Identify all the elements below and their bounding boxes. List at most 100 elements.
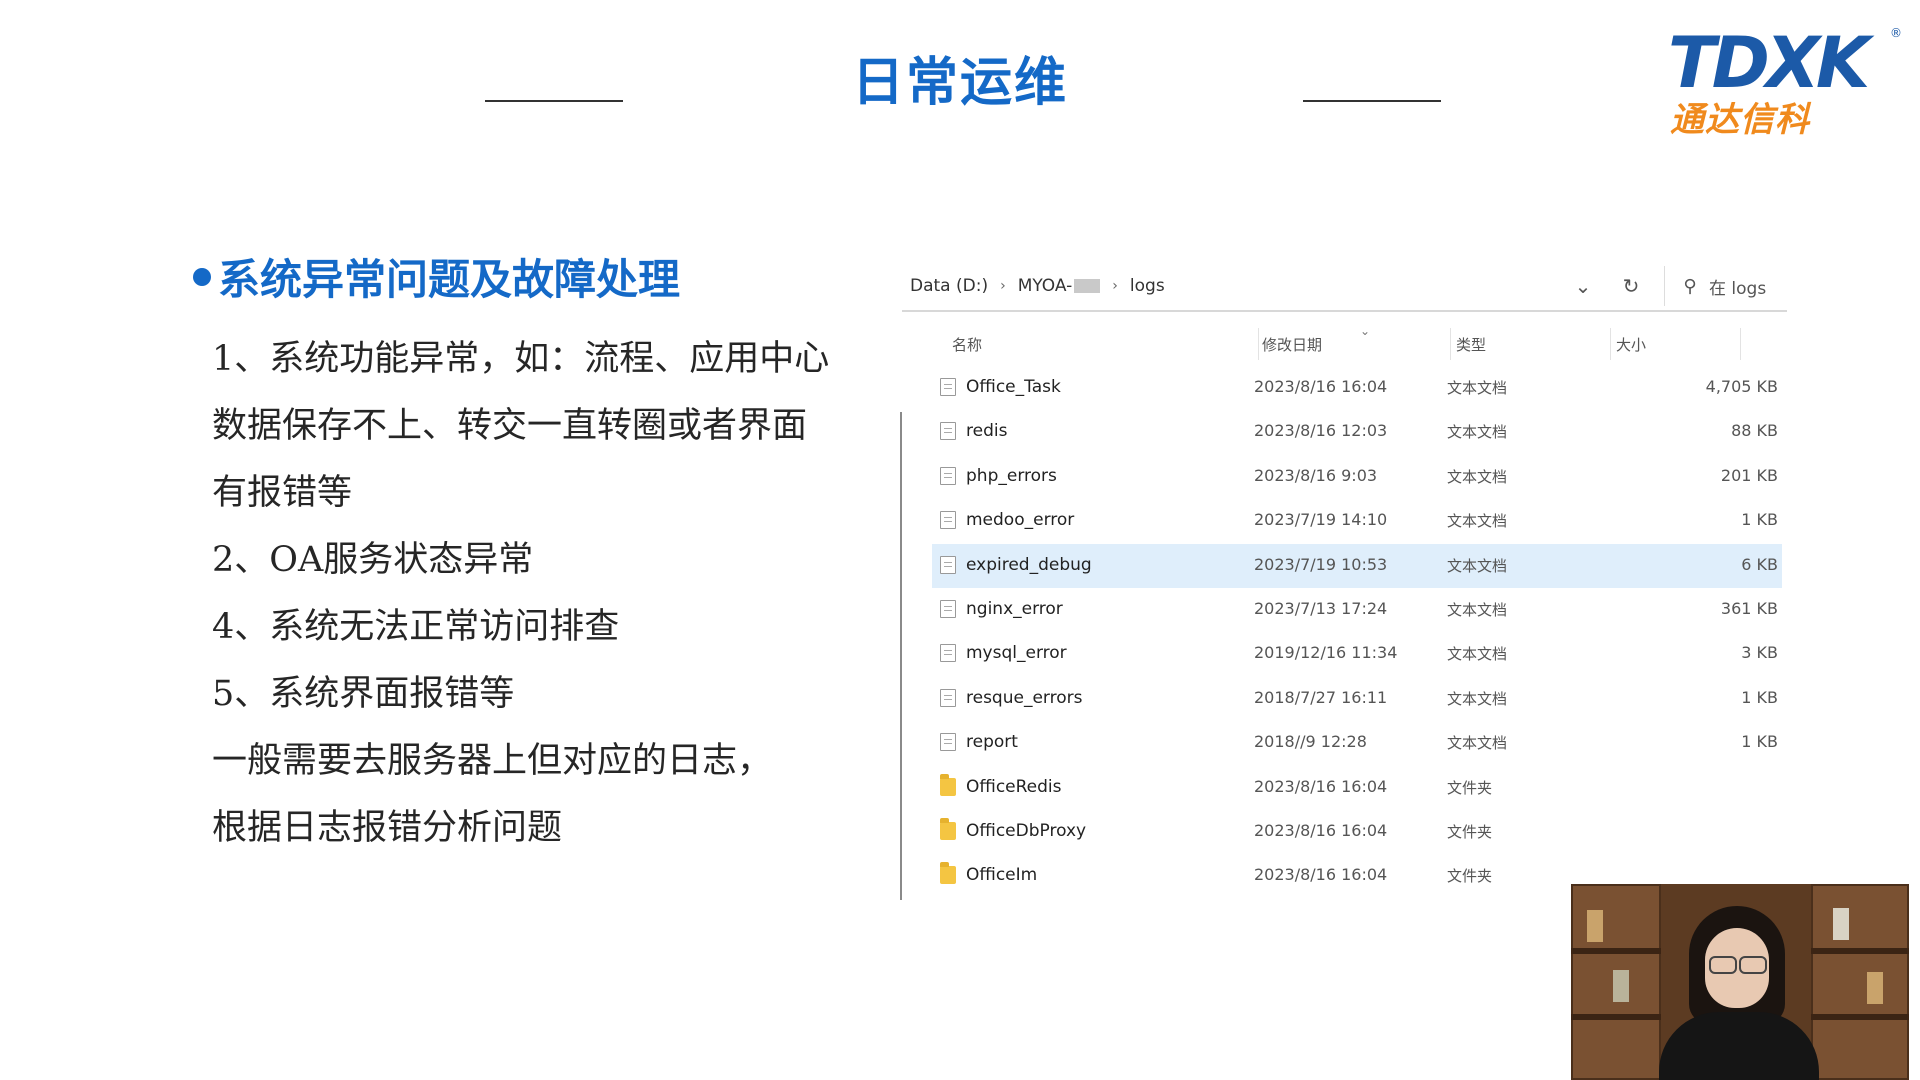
folder-row[interactable]: OfficeDbProxy 2023/8/16 16:04 文件夹 — [932, 810, 1782, 854]
body-line: 2、OA服务状态异常 — [212, 540, 534, 580]
file-type: 文本文档 — [1447, 512, 1508, 531]
toolbar-divider — [1664, 266, 1665, 306]
file-type: 文本文档 — [1447, 689, 1508, 708]
title-rule-left — [485, 100, 623, 102]
shelf — [1571, 948, 1661, 954]
file-date: 2023/8/16 16:04 — [1254, 865, 1388, 885]
text-file-icon — [940, 644, 956, 663]
folder-icon — [940, 817, 956, 840]
section-heading: 系统异常问题及故障处理 — [218, 255, 681, 304]
column-type[interactable]: 类型 — [1456, 334, 1486, 355]
file-date: 2023/7/19 10:53 — [1254, 554, 1388, 574]
file-date: 2018/7/27 16:11 — [1254, 687, 1388, 707]
file-row[interactable]: redis 2023/8/16 12:03 文本文档 88 KB — [932, 410, 1782, 454]
file-name: OfficeDbProxy — [966, 820, 1087, 841]
chevron-down-icon[interactable]: ⌄ — [1568, 271, 1598, 301]
column-date[interactable]: 修改日期 — [1262, 334, 1322, 355]
book — [1613, 970, 1629, 1002]
file-row[interactable]: Office_Task 2023/8/16 16:04 文本文档 4,705 KB — [932, 366, 1782, 410]
file-row[interactable]: resque_errors 2018/7/27 16:11 文本文档 1 KB — [932, 677, 1782, 721]
title-rule-right — [1303, 100, 1441, 102]
file-name: OfficeRedis — [966, 776, 1062, 797]
file-type: 文件夹 — [1447, 822, 1493, 841]
file-size: 1 KB — [1741, 510, 1778, 530]
file-name: report — [966, 732, 1018, 753]
file-name: php_errors — [966, 465, 1057, 486]
text-file-icon — [940, 733, 956, 752]
file-type: 文本文档 — [1447, 423, 1508, 442]
file-size: 3 KB — [1741, 643, 1778, 663]
file-date: 2023/8/16 16:04 — [1254, 776, 1388, 796]
file-type: 文件夹 — [1447, 867, 1493, 886]
text-file-icon — [940, 466, 956, 485]
book — [1833, 908, 1849, 940]
file-date: 2023/8/16 9:03 — [1254, 465, 1378, 485]
body-line: 数据保存不上、转交一直转圈或者界面 — [212, 406, 808, 446]
file-date: 2023/8/16 16:04 — [1254, 820, 1388, 840]
file-size: 88 KB — [1731, 421, 1778, 441]
folder-row[interactable]: OfficeRedis 2023/8/16 16:04 文件夹 — [932, 766, 1782, 810]
column-header: 名称 ⌄ 修改日期 类型 大小 — [940, 324, 1780, 360]
file-date: 2019/12/16 11:34 — [1254, 643, 1398, 663]
logo-registered-mark: ® — [1890, 26, 1902, 40]
presenter-webcam — [1571, 884, 1909, 1080]
breadcrumb-logs[interactable]: logs — [1130, 276, 1165, 296]
file-list: Office_Task 2023/8/16 16:04 文本文档 4,705 KB re… — [932, 366, 1782, 899]
book — [1587, 910, 1603, 942]
file-row[interactable]: expired_debug 2023/7/19 10:53 文本文档 6 KB — [932, 543, 1782, 588]
column-separator[interactable] — [1258, 328, 1259, 360]
file-type: 文本文档 — [1447, 556, 1508, 575]
shelf — [1811, 1014, 1909, 1020]
column-size[interactable]: 大小 — [1616, 334, 1646, 355]
file-type: 文本文档 — [1447, 645, 1508, 664]
refresh-icon[interactable]: ↻ — [1616, 271, 1646, 301]
file-name: redis — [966, 421, 1008, 442]
search-icon: ⚲ — [1683, 275, 1697, 297]
file-size: 6 KB — [1741, 554, 1778, 574]
text-file-icon — [940, 511, 956, 530]
text-file-icon — [940, 378, 956, 396]
file-size: 361 KB — [1720, 598, 1778, 618]
breadcrumb-folder[interactable]: MYOA- — [1018, 276, 1101, 296]
body-line: 一般需要去服务器上但对应的日志， — [212, 741, 773, 781]
file-name: mysql_error — [966, 643, 1067, 664]
body-line: 1、系统功能异常，如：流程、应用中心 — [212, 339, 830, 379]
shelf — [1811, 948, 1909, 954]
file-size: 1 KB — [1741, 732, 1778, 752]
column-separator[interactable] — [1740, 328, 1741, 360]
file-name: OfficeIm — [966, 865, 1038, 886]
file-size: 1 KB — [1741, 687, 1778, 707]
address-bar-tools: ⌄ ↻ ⚲ 在 logs — [1568, 262, 1766, 310]
file-row[interactable]: php_errors 2023/8/16 9:03 文本文档 201 KB — [932, 455, 1782, 499]
column-separator[interactable] — [1610, 328, 1611, 360]
slide-title: 日常运维 — [851, 53, 1068, 113]
file-row[interactable]: report 2018//9 12:28 文本文档 1 KB — [932, 721, 1782, 765]
file-row[interactable]: nginx_error 2023/7/13 17:24 文本文档 361 KB — [932, 588, 1782, 632]
text-file-icon — [940, 555, 956, 574]
search-input[interactable]: ⚲ 在 logs — [1675, 271, 1766, 301]
body-line: 5、系统界面报错等 — [212, 674, 515, 714]
file-type: 文本文档 — [1447, 600, 1508, 619]
file-name: resque_errors — [966, 687, 1083, 708]
presenter-body — [1659, 1012, 1819, 1080]
file-date: 2023/8/16 12:03 — [1254, 421, 1388, 441]
chevron-right-icon: › — [1112, 278, 1118, 294]
file-row[interactable]: mysql_error 2019/12/16 11:34 文本文档 3 KB — [932, 632, 1782, 676]
file-date: 2023/7/19 14:10 — [1254, 510, 1388, 530]
body-text: 1、系统功能异常，如：流程、应用中心 数据保存不上、转交一直转圈或者界面 有报错… — [212, 326, 892, 862]
file-name: expired_debug — [966, 554, 1092, 575]
body-line: 4、系统无法正常访问排查 — [212, 607, 620, 647]
text-file-icon — [940, 688, 956, 707]
column-separator[interactable] — [1450, 328, 1451, 360]
folder-icon — [940, 862, 956, 885]
file-date: 2023/7/13 17:24 — [1254, 598, 1388, 618]
folder-icon — [940, 773, 956, 796]
file-date: 2023/8/16 16:04 — [1254, 377, 1388, 396]
text-file-icon — [940, 422, 956, 441]
file-row[interactable]: medoo_error 2023/7/19 14:10 文本文档 1 KB — [932, 499, 1782, 543]
search-placeholder: 在 logs — [1709, 278, 1767, 299]
file-size: 4,705 KB — [1705, 377, 1778, 396]
breadcrumb-drive[interactable]: Data (D:) — [910, 276, 988, 296]
chevron-right-icon: › — [1000, 278, 1006, 294]
column-name[interactable]: 名称 — [952, 334, 982, 355]
